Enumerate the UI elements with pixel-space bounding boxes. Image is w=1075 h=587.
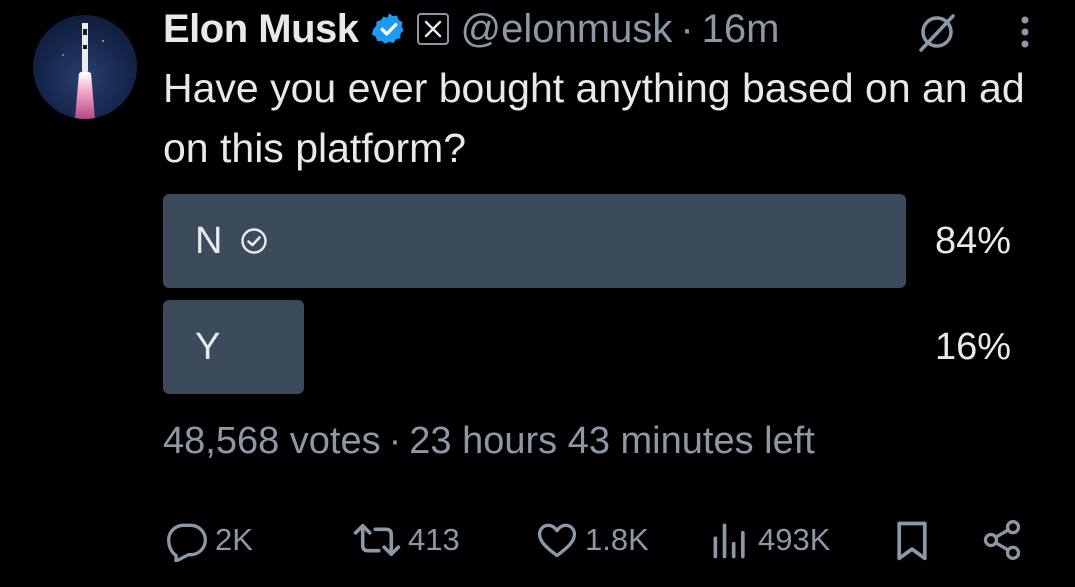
tweet-time[interactable]: 16m [702,7,780,52]
check-circle-icon [241,228,268,254]
reply-button[interactable]: 2K [165,512,253,568]
like-button[interactable]: 1.8K [535,512,649,568]
poll-option-label: Y [195,325,221,368]
repost-button[interactable]: 413 [352,512,460,568]
reply-count: 2K [215,522,253,557]
share-button[interactable] [980,512,1030,568]
poll-time-left: 23 hours 43 minutes left [409,420,815,462]
poll-meta-separator: · [388,420,402,462]
verified-badge-icon[interactable] [371,11,407,47]
tweet-header: Elon Musk @elonmusk · 16m [163,2,779,56]
poll-percent: 84% [934,219,1011,262]
poll-option[interactable]: Y 16% [163,300,1023,394]
more-icon[interactable] [1010,12,1040,57]
share-icon [983,520,1021,560]
poll-option[interactable]: N 84% [163,194,1023,288]
like-count: 1.8K [585,522,649,557]
poll-bar-n [163,194,906,288]
poll-votes: 48,568 votes [163,420,381,462]
poll-percent: 16% [934,325,1011,368]
tweet-text: Have you ever bought anything based on a… [163,65,1025,171]
views-icon [713,523,745,559]
views-button[interactable]: 493K [708,512,830,568]
poll-bar-y [163,300,304,394]
bookmark-icon [897,521,927,561]
views-count: 493K [758,522,831,557]
poll-option-label: N [195,219,223,262]
avatar[interactable] [33,15,137,119]
reply-icon [167,523,207,562]
action-bar: 2K 413 1.8K 493K [0,512,1075,568]
grok-icon[interactable] [915,12,959,57]
author-name[interactable]: Elon Musk [163,7,359,52]
repost-icon [353,523,401,557]
bookmark-button[interactable] [890,512,940,568]
author-handle[interactable]: @elonmusk [461,7,673,52]
poll-meta: 48,568 votes · 23 hours 43 minutes left [163,420,815,463]
header-separator: · [680,6,694,51]
x-affiliation-icon[interactable] [416,13,449,45]
repost-count: 413 [408,522,460,557]
like-icon [537,523,577,558]
